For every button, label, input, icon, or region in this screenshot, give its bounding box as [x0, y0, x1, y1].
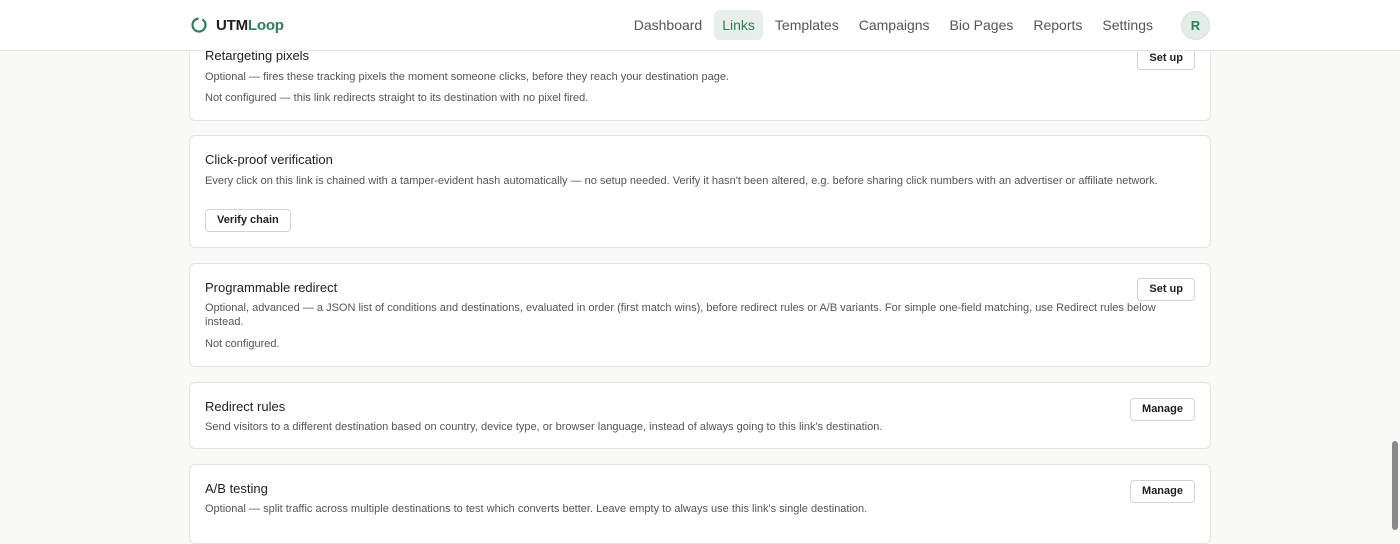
programmable-redirect-description: Optional, advanced — a JSON list of cond…: [205, 302, 1156, 328]
top-navigation-bar: UTMLoop Dashboard Links Templates Campai…: [0, 0, 1400, 51]
programmable-redirect-card: Programmable redirect Optional, advanced…: [189, 263, 1211, 367]
programmable-redirect-status: Not configured.: [205, 338, 280, 350]
brand-logo[interactable]: UTMLoop: [190, 14, 284, 36]
nav-item-links[interactable]: Links: [714, 10, 763, 40]
retargeting-pixels-description: Optional — fires these tracking pixels t…: [205, 71, 729, 83]
ring-logo-icon: [191, 17, 207, 33]
programmable-setup-button[interactable]: Set up: [1137, 278, 1195, 301]
nav-item-templates[interactable]: Templates: [767, 10, 847, 40]
nav-item-reports[interactable]: Reports: [1025, 10, 1090, 40]
ab-testing-description: Optional — split traffic across multiple…: [205, 503, 868, 515]
nav-item-settings[interactable]: Settings: [1094, 10, 1161, 40]
brand-name: UTMLoop: [216, 16, 284, 34]
user-avatar[interactable]: R: [1181, 10, 1210, 40]
nav-item-bio-pages[interactable]: Bio Pages: [942, 10, 1022, 40]
click-proof-verification-card: Click-proof verification Every click on …: [189, 135, 1211, 248]
nav-item-campaigns[interactable]: Campaigns: [851, 10, 938, 40]
redirect-rules-card: Redirect rules Send visitors to a differ…: [189, 382, 1211, 449]
main-nav: Dashboard Links Templates Campaigns Bio …: [626, 10, 1210, 40]
click-proof-title: Click-proof verification: [205, 152, 333, 167]
page-scrollbar[interactable]: [1392, 441, 1398, 530]
redirect-rules-description: Send visitors to a different destination…: [205, 421, 883, 433]
verify-chain-button[interactable]: Verify chain: [205, 209, 291, 232]
redirect-rules-title: Redirect rules: [205, 399, 286, 414]
programmable-redirect-title: Programmable redirect: [205, 280, 338, 295]
ab-testing-manage-button[interactable]: Manage: [1130, 480, 1195, 503]
redirect-rules-manage-button[interactable]: Manage: [1130, 398, 1195, 421]
click-proof-description: Every click on this link is chained with…: [205, 175, 1158, 187]
ab-testing-title: A/B testing: [205, 481, 268, 496]
nav-item-dashboard[interactable]: Dashboard: [626, 10, 711, 40]
retargeting-pixels-status: Not configured — this link redirects str…: [205, 92, 589, 104]
ab-testing-card: A/B testing Optional — split traffic acr…: [189, 464, 1211, 544]
